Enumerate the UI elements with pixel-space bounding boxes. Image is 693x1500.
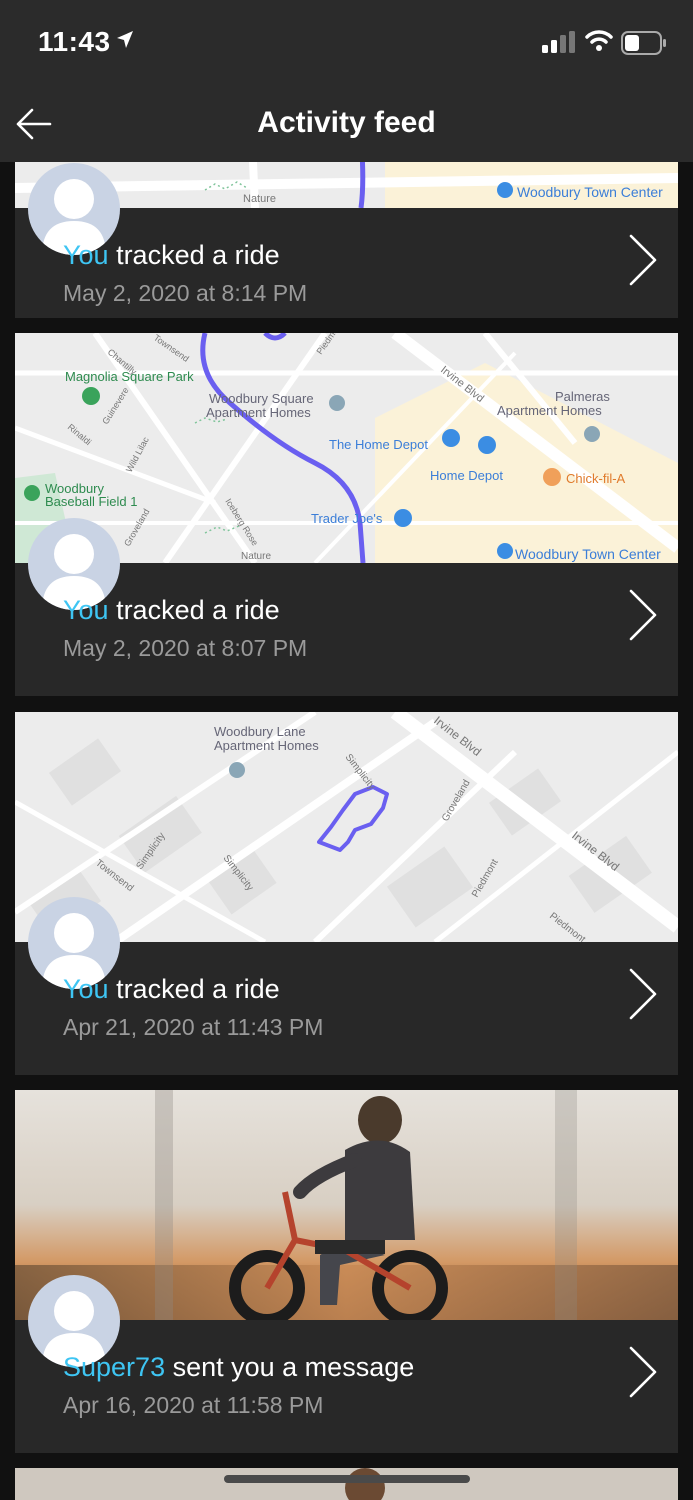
map-label-woodbury-lane-2: Apartment Homes [214,738,319,753]
home-indicator[interactable] [224,1475,470,1483]
activity-action: tracked a ride [108,974,280,1004]
message-photo [15,1090,678,1320]
map-label-palmeras-2: Apartment Homes [497,403,602,418]
map-label-palmeras-1: Palmeras [555,389,610,404]
activity-timestamp: May 2, 2020 at 8:14 PM [63,280,308,306]
activity-action: tracked a ride [108,240,280,270]
photo-fragment [345,1468,385,1500]
activity-text: You tracked a ride [63,240,280,271]
activity-timestamp: May 2, 2020 at 8:07 PM [63,635,308,661]
signal-icon [542,31,575,53]
activity-timestamp: Apr 16, 2020 at 11:58 PM [63,1392,324,1418]
battery-icon [621,31,666,55]
map-label-magnolia: Magnolia Square Park [65,369,194,384]
actor-name: You [63,974,109,1004]
page-title: Activity feed [257,106,436,139]
activity-card-ride[interactable]: Chantilly Townsend Piedmont Guinevere Ri… [15,333,678,696]
activity-timestamp: Apr 21, 2020 at 11:43 PM [63,1014,324,1040]
actor-name: Super73 [63,1352,166,1382]
actor-name: You [63,595,109,625]
activity-text: You tracked a ride [63,595,280,626]
chevron-right-icon [629,589,657,641]
map-label-woodbury-square-2: Apartment Homes [206,405,311,420]
map-label-woodbury-lane-1: Woodbury Lane [214,724,306,739]
chevron-right-icon [629,1346,657,1398]
map-label-town-center: Woodbury Town Center [515,546,661,562]
map-label-woodbury-square-1: Woodbury Square [209,391,314,406]
chevron-right-icon [629,968,657,1020]
actor-name: You [63,240,109,270]
header-bar: Activity feed [0,90,693,162]
activity-text: Super73 sent you a message [63,1352,414,1383]
wifi-icon [585,30,613,51]
map-label-town-center: Woodbury Town Center [517,184,663,200]
map-label-home-depot-2: Home Depot [430,468,503,483]
activity-card-partial[interactable] [15,1468,678,1500]
map-label-nature: Nature [243,193,276,205]
map-label-baseball-2: Baseball Field 1 [45,494,138,509]
status-time: 11:43 [38,26,111,57]
map-label-chickfila: Chick-fil-A [566,471,626,486]
chevron-right-icon [629,234,657,286]
map-label-traderjoes: Trader Joe's [311,511,383,526]
location-arrow-icon [117,31,133,48]
status-bar: 11:43 [0,0,693,90]
activity-card-ride[interactable]: Woodbury Lane Apartment Homes Irvine Blv… [15,712,678,1075]
activity-action: sent you a message [165,1352,415,1382]
activity-card-ride[interactable]: Nature Woodbury Town Center You tracked … [15,162,678,318]
map-label-nature: Nature [241,551,271,562]
ride-map: Chantilly Townsend Piedmont Guinevere Ri… [15,333,678,563]
activity-feed-list[interactable]: Nature Woodbury Town Center You tracked … [0,162,693,1500]
activity-text: You tracked a ride [63,974,280,1005]
ride-map: Woodbury Lane Apartment Homes Irvine Blv… [15,712,678,942]
activity-card-message[interactable]: Super73 sent you a message Apr 16, 2020 … [15,1090,678,1453]
map-label-home-depot-1: The Home Depot [329,437,428,452]
activity-action: tracked a ride [108,595,280,625]
